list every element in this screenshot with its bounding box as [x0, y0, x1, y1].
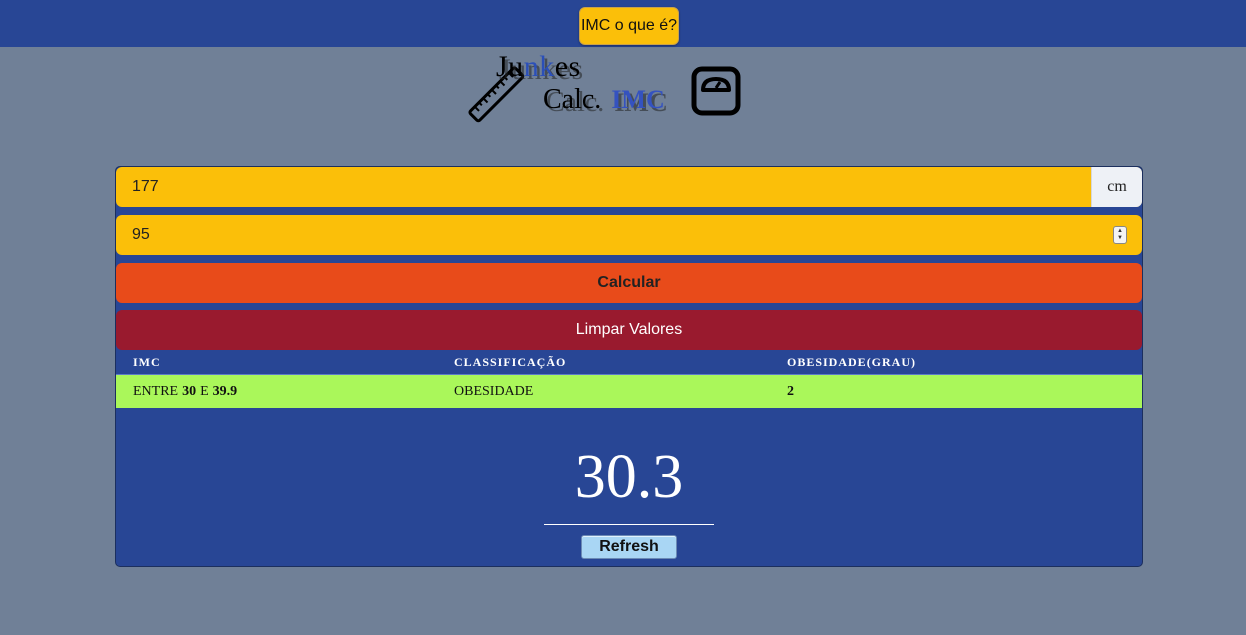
result-divider: [544, 524, 714, 525]
calculate-button[interactable]: Calcular: [116, 263, 1142, 303]
cell-obesity-degree: 2: [787, 383, 794, 399]
refresh-button[interactable]: Refresh: [581, 535, 677, 559]
header-classification: CLASSIFICAÇÃO: [454, 355, 567, 369]
top-navbar: IMC o que é?: [0, 0, 1246, 47]
weight-spinner[interactable]: ▲ ▼: [1113, 226, 1127, 244]
table-row: ENTRE 30 E 39.9 OBESIDADE 2: [116, 375, 1142, 408]
height-field-group: cm: [116, 167, 1142, 207]
bathroom-scale-icon: [691, 66, 741, 116]
imc-result-value: 30.3: [574, 443, 684, 511]
clear-values-button[interactable]: Limpar Valores: [116, 310, 1142, 350]
height-unit-label: cm: [1091, 167, 1142, 207]
spin-down-icon[interactable]: ▼: [1117, 235, 1123, 242]
logo-line-1: Junkes: [496, 50, 581, 83]
logo-line-2: Calc. IMC: [543, 84, 665, 115]
height-input[interactable]: [132, 167, 1032, 207]
header-imc: IMC: [133, 355, 161, 369]
result-table-header: IMC CLASSIFICAÇÃO OBESIDADE(GRAU): [116, 351, 1142, 375]
header-obesity-degree: OBESIDADE(GRAU): [787, 355, 917, 369]
imc-form-panel: cm ▲▼ Calcular Limpar Valores IMC CLASSI…: [115, 166, 1143, 567]
weight-field-group: ▲▼: [116, 215, 1142, 255]
weight-input[interactable]: [132, 215, 1032, 255]
spin-up-icon[interactable]: ▲: [1117, 228, 1123, 235]
cell-imc-range: ENTRE 30 E 39.9: [133, 383, 238, 399]
cell-classification: OBESIDADE: [454, 383, 534, 399]
app-logo: Junkes Calc. IMC: [466, 50, 746, 130]
imc-info-button[interactable]: IMC o que é?: [579, 7, 679, 45]
